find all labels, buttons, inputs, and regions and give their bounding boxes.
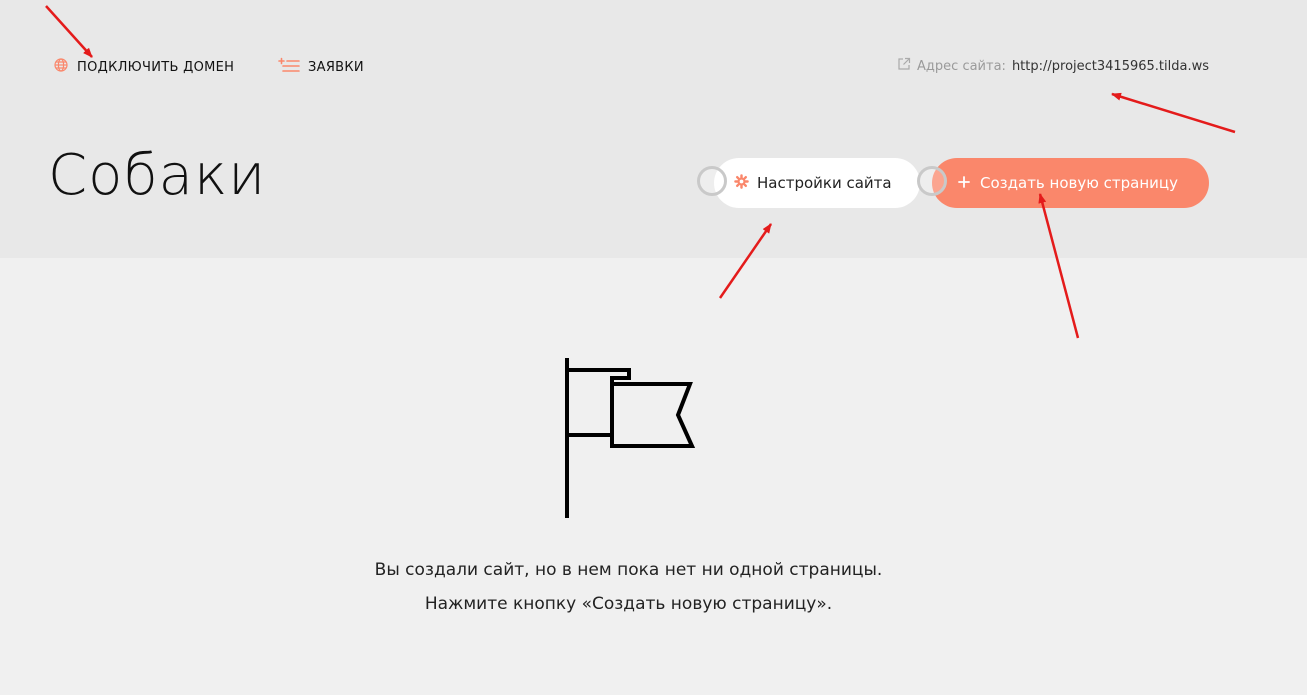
gear-icon [734, 173, 749, 193]
requests-link[interactable]: ЗАЯВКИ [278, 57, 364, 77]
site-address-label: Адрес сайта: [917, 58, 1006, 74]
site-settings-label: Настройки сайта [757, 174, 892, 192]
empty-state-line-1: Вы создали сайт, но в нем пока нет ни од… [374, 560, 883, 580]
site-header: ПОДКЛЮЧИТЬ ДОМЕН ЗАЯВКИ Адрес сайта: htt… [0, 0, 1307, 258]
site-settings-button[interactable]: Настройки сайта [714, 158, 920, 208]
flag-icon [560, 355, 700, 529]
globe-icon [53, 57, 69, 77]
requests-label: ЗАЯВКИ [308, 59, 364, 75]
external-link-icon [897, 57, 911, 75]
empty-state-message: Вы создали сайт, но в нем пока нет ни од… [0, 553, 1257, 621]
create-page-button[interactable]: Создать новую страницу [932, 158, 1209, 208]
create-page-label: Создать новую страницу [980, 174, 1178, 192]
site-address: Адрес сайта: http://project3415965.tilda… [897, 57, 1209, 75]
empty-state-line-2: Нажмите кнопку «Создать новую страницу». [424, 594, 833, 614]
plus-icon [958, 174, 970, 192]
page-title: Собаки [48, 143, 267, 208]
button-hint-ring [917, 166, 947, 196]
button-hint-ring [697, 166, 727, 196]
list-plus-icon [278, 57, 300, 77]
connect-domain-label: ПОДКЛЮЧИТЬ ДОМЕН [77, 59, 235, 75]
site-address-url[interactable]: http://project3415965.tilda.ws [1012, 59, 1209, 74]
connect-domain-link[interactable]: ПОДКЛЮЧИТЬ ДОМЕН [53, 57, 234, 77]
